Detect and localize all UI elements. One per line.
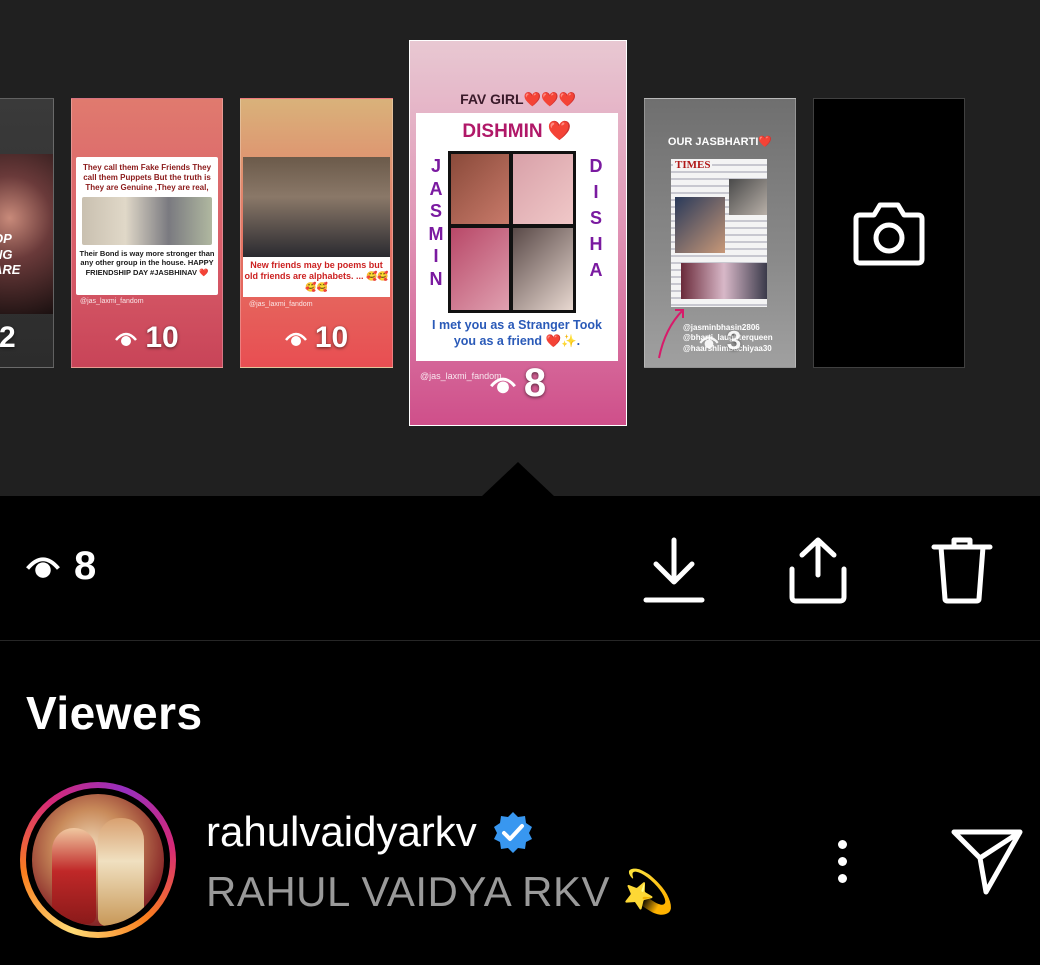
story-thumbnail-selected[interactable]: FAV GIRL❤️❤️❤️ DISHMIN ❤️ JASMIN DISHA I… bbox=[409, 40, 627, 426]
viewer-list-item[interactable]: rahulvaidyarkv RAHUL VAIDYA RKV 💫 bbox=[0, 776, 1040, 946]
view-count: 2 bbox=[0, 321, 16, 354]
story-caption: OP NG ARE bbox=[0, 231, 21, 278]
delete-button[interactable] bbox=[926, 534, 998, 606]
story-thumbnail-partial[interactable]: OP NG ARE 2 bbox=[0, 98, 54, 368]
story-handle: @jas_laxmi_fandom bbox=[249, 301, 313, 308]
more-dot bbox=[837, 839, 847, 849]
story-photo bbox=[513, 154, 573, 224]
story-card: DISHMIN ❤️ JASMIN DISHA I met you as a S… bbox=[416, 113, 618, 361]
viewer-full-name: RAHUL VAIDYA RKV 💫 bbox=[206, 868, 675, 915]
story-photo bbox=[729, 179, 767, 215]
story-caption-bottom: Their Bond is way more stronger than any… bbox=[79, 249, 215, 277]
newspaper-image: TIMES bbox=[671, 159, 767, 307]
story-card-title: DISHMIN ❤️ bbox=[462, 121, 572, 142]
camera-icon bbox=[853, 202, 925, 266]
eye-icon bbox=[699, 336, 719, 349]
story-photo bbox=[451, 228, 509, 310]
download-button[interactable] bbox=[638, 534, 710, 606]
add-story-camera[interactable] bbox=[813, 98, 965, 368]
view-count: 10 bbox=[241, 321, 392, 355]
story-handle: @jas_laxmi_fandom bbox=[80, 298, 144, 305]
avatar-photo bbox=[32, 794, 164, 926]
story-right-name: DISHA bbox=[589, 156, 603, 281]
view-count: 8 bbox=[410, 361, 626, 406]
story-thumbnail-our-jasbharti[interactable]: OUR JASBHARTI❤️ TIMES @jasminbhasin2806 @… bbox=[644, 98, 796, 368]
story-thumbnail-friendship-day[interactable]: They call them Fake Friends They call th… bbox=[71, 98, 223, 368]
more-dot bbox=[837, 856, 847, 866]
viewer-username[interactable]: rahulvaidyarkv bbox=[206, 808, 535, 856]
story-action-bar: 8 bbox=[0, 496, 1040, 641]
story-photo bbox=[681, 263, 767, 299]
avatar[interactable] bbox=[20, 782, 176, 938]
username-text: rahulvaidyarkv bbox=[206, 808, 477, 855]
eye-icon bbox=[115, 332, 138, 347]
story-card-caption: I met you as a Stranger Took you as a fr… bbox=[432, 318, 602, 349]
eye-icon bbox=[284, 332, 307, 347]
selected-pointer bbox=[481, 462, 555, 497]
story-photo bbox=[243, 157, 390, 257]
avatar-figure bbox=[98, 818, 144, 926]
eye-icon bbox=[489, 378, 516, 394]
view-count: 3 bbox=[645, 325, 795, 356]
share-button[interactable] bbox=[782, 534, 854, 606]
paper-plane-icon bbox=[951, 829, 1023, 895]
viewers-heading: Viewers bbox=[26, 687, 203, 739]
story-photo bbox=[513, 228, 573, 310]
story-banner: FAV GIRL❤️❤️❤️ bbox=[460, 91, 576, 107]
more-dot bbox=[837, 873, 847, 883]
newspaper-masthead: TIMES bbox=[673, 159, 713, 171]
more-options-button[interactable] bbox=[820, 826, 864, 896]
story-text-card: They call them Fake Friends They call th… bbox=[76, 157, 218, 295]
verified-badge-icon bbox=[493, 812, 532, 853]
avatar-figure bbox=[52, 828, 96, 924]
story-caption-top: They call them Fake Friends They call th… bbox=[82, 163, 212, 192]
download-icon bbox=[643, 537, 705, 603]
trash-icon bbox=[931, 537, 993, 604]
story-collage bbox=[448, 151, 576, 313]
story-caption: New friends may be poems but old friends… bbox=[243, 257, 390, 297]
view-count-number: 8 bbox=[74, 544, 97, 588]
share-icon bbox=[789, 537, 847, 604]
story-banner: OUR JASBHARTI❤️ bbox=[667, 136, 773, 148]
view-count: 10 bbox=[72, 321, 222, 355]
story-photo bbox=[675, 197, 725, 253]
story-left-name: JASMIN bbox=[428, 156, 444, 289]
selected-view-count[interactable]: 8 bbox=[26, 544, 96, 589]
story-photo bbox=[82, 197, 212, 245]
story-photo bbox=[451, 154, 509, 224]
send-message-button[interactable] bbox=[950, 824, 1024, 898]
avatar-frame bbox=[26, 788, 170, 932]
story-thumbnail-tray: OP NG ARE 2 They call them Fake Friends … bbox=[0, 0, 1040, 496]
story-thumbnail-friends-poems[interactable]: New friends may be poems but old friends… bbox=[240, 98, 393, 368]
eye-icon bbox=[26, 556, 60, 578]
